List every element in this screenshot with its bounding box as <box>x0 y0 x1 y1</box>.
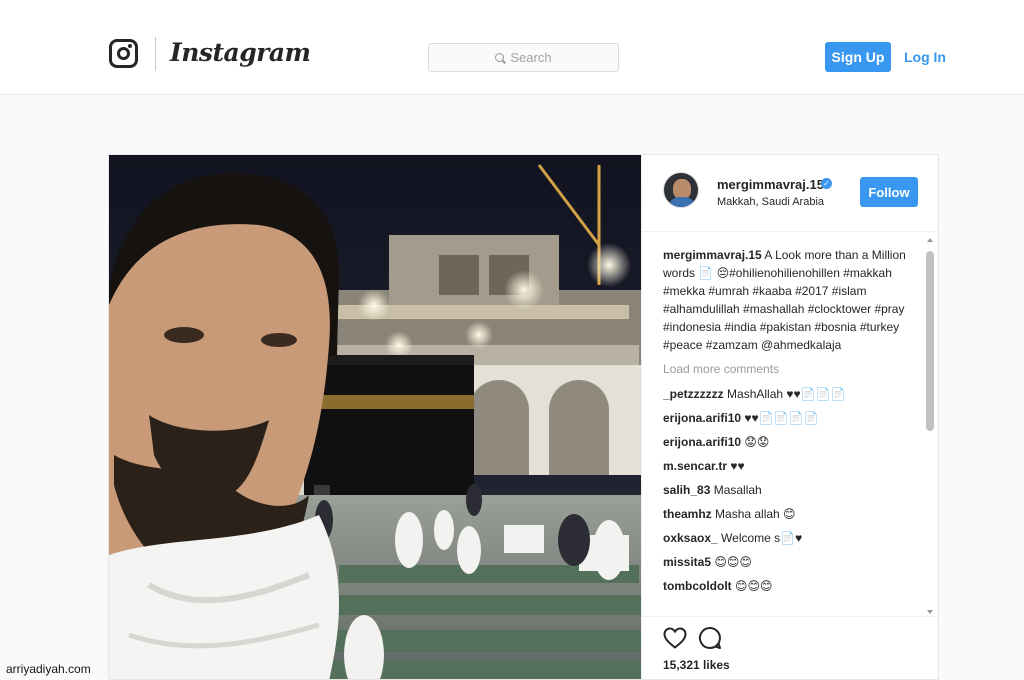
comment-text: 😟😟 <box>741 435 770 449</box>
post-card: mergimmavraj.15 ✓ Makkah, Saudi Arabia F… <box>108 154 939 680</box>
comment-item: erijona.arifi10 😟😟 <box>663 433 925 451</box>
comment-item: _petzzzzzz MashAllah ♥♥📄📄📄 <box>663 385 925 403</box>
comment-text: Welcome s📄♥ <box>717 531 803 545</box>
comment-text: Masha allah 😊 <box>711 507 796 521</box>
comment-item: missita5 😊😊😊 <box>663 553 925 571</box>
sign-up-button[interactable]: Sign Up <box>825 42 891 72</box>
comment-username[interactable]: oxksaox_ <box>663 531 718 545</box>
search-icon <box>495 53 505 62</box>
verified-badge-icon: ✓ <box>821 178 832 189</box>
comment-username[interactable]: tombcoldolt <box>663 579 732 593</box>
heart-icon[interactable] <box>663 627 687 649</box>
comment-username[interactable]: salih_83 <box>663 483 710 497</box>
post-location[interactable]: Makkah, Saudi Arabia <box>717 196 824 208</box>
comment-text: Masallah <box>710 483 762 497</box>
comment-username[interactable]: erijona.arifi10 <box>663 435 741 449</box>
comment-text: ♥♥ <box>727 459 745 473</box>
caption-username[interactable]: mergimmavraj.15 <box>663 248 762 262</box>
comment-username[interactable]: theamhz <box>663 507 712 521</box>
likes-count[interactable]: 15,321 likes <box>663 658 730 672</box>
instagram-camera-icon[interactable] <box>109 39 138 68</box>
follow-button[interactable]: Follow <box>860 177 918 207</box>
comment-item: erijona.arifi10 ♥♥📄📄📄📄 <box>663 409 925 427</box>
scroll-down-arrow-icon[interactable] <box>927 610 933 614</box>
logo-divider <box>155 37 156 71</box>
comment-icon[interactable] <box>698 626 722 650</box>
comment-item: salih_83 Masallah <box>663 481 925 499</box>
comment-text: ♥♥📄📄📄📄 <box>741 411 819 425</box>
post-actions: 15,321 likes <box>642 616 938 679</box>
scrollbar-thumb[interactable] <box>926 251 934 431</box>
comment-item: m.sencar.tr ♥♥ <box>663 457 925 475</box>
comment-item: theamhz Masha allah 😊 <box>663 505 925 523</box>
post-header: mergimmavraj.15 ✓ Makkah, Saudi Arabia F… <box>642 155 938 232</box>
post-photo[interactable] <box>109 155 641 679</box>
top-navigation-bar: Instagram Search Sign Up Log In <box>0 0 1024 95</box>
post-username[interactable]: mergimmavraj.15 <box>717 177 824 192</box>
comment-item: tombcoldolt 😊😊😊 <box>663 577 925 595</box>
post-photo-illustration <box>109 155 641 679</box>
instagram-wordmark[interactable]: Instagram <box>170 38 311 67</box>
comment-item: oxksaox_ Welcome s📄♥ <box>663 529 925 547</box>
scroll-up-arrow-icon[interactable] <box>927 238 933 242</box>
comment-text: MashAllah ♥♥📄📄📄 <box>723 387 846 401</box>
avatar[interactable] <box>663 172 699 208</box>
post-sidebar: mergimmavraj.15 ✓ Makkah, Saudi Arabia F… <box>641 155 938 679</box>
comment-text: 😊😊😊 <box>731 579 773 593</box>
comments-list: mergimmavraj.15 A Look more than a Milli… <box>663 246 925 614</box>
comment-username[interactable]: m.sencar.tr <box>663 459 727 473</box>
comment-username[interactable]: missita5 <box>663 555 711 569</box>
search-input[interactable]: Search <box>428 43 619 72</box>
caption-text: A Look more than a Million words 📄 😔#ohi… <box>663 248 906 352</box>
source-watermark: arriyadiyah.com <box>6 662 91 676</box>
post-caption: mergimmavraj.15 A Look more than a Milli… <box>663 246 925 354</box>
comment-text: 😊😊😊 <box>711 555 752 569</box>
comments-scrollbar[interactable] <box>925 236 935 616</box>
comment-username[interactable]: erijona.arifi10 <box>663 411 741 425</box>
search-placeholder: Search <box>510 50 552 65</box>
log-in-link[interactable]: Log In <box>904 49 946 65</box>
comment-username[interactable]: _petzzzzzz <box>663 387 724 401</box>
load-more-comments-link[interactable]: Load more comments <box>663 360 925 378</box>
